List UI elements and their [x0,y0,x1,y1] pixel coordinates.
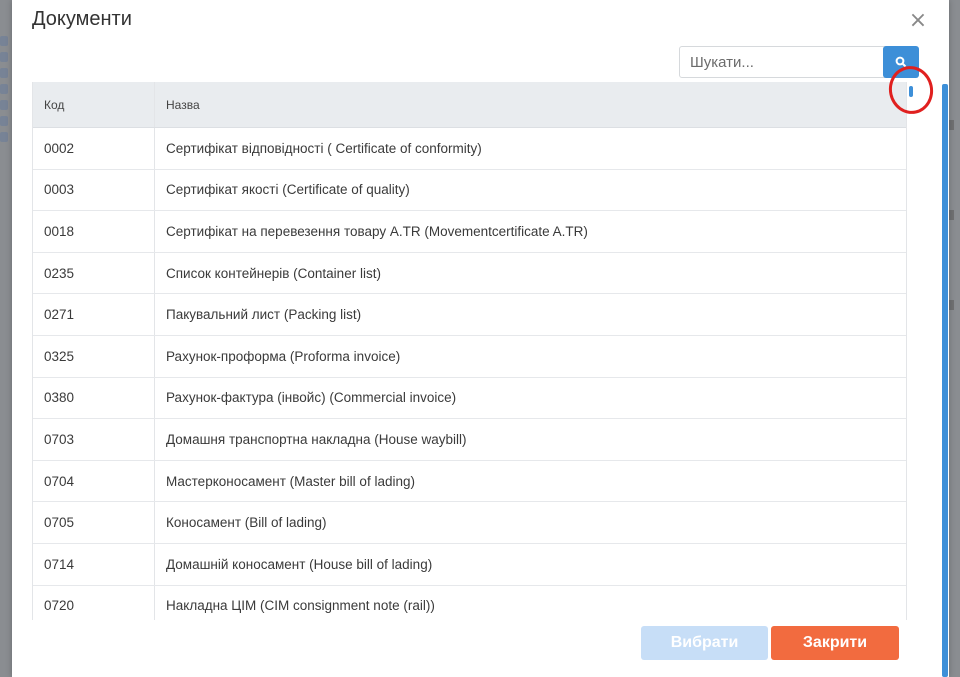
cell-name: Накладна ЦІМ (CIM consignment note (rail… [154,585,906,620]
select-button[interactable]: Вибрати [641,626,768,660]
search-input[interactable] [679,46,887,78]
scrollbar[interactable] [942,84,948,677]
table-row[interactable]: 0705 Коносамент (Bill of lading) [33,501,906,544]
cell-code: 0018 [33,210,155,253]
cell-name: Коносамент (Bill of lading) [154,501,906,544]
cell-code: 0720 [33,585,155,620]
table-row[interactable]: 0003 Сертифікат якості (Certificate of q… [33,169,906,212]
close-icon[interactable]: × [907,10,929,32]
modal-title: Документи [32,8,132,30]
table-row[interactable]: 0002 Сертифікат відповідності ( Certific… [33,127,906,170]
table-row[interactable]: 0235 Список контейнерів (Container list) [33,252,906,295]
modal-header: Документи × [12,0,949,46]
cell-code: 0714 [33,543,155,586]
table-row[interactable]: 0380 Рахунок-фактура (інвойс) (Commercia… [33,377,906,420]
cell-name: Сертифікат якості (Certificate of qualit… [154,169,906,212]
documents-modal: Документи × Код Назва 0002 Сертифікат ві… [12,0,949,677]
cell-code: 0703 [33,418,155,461]
table-row[interactable]: 0325 Рахунок-проформа (Proforma invoice) [33,335,906,378]
cell-code: 0003 [33,169,155,212]
column-header-name[interactable]: Назва [154,82,906,128]
column-header-code[interactable]: Код [33,82,155,128]
cell-name: Список контейнерів (Container list) [154,252,906,295]
cell-code: 0704 [33,460,155,503]
cell-name: Рахунок-фактура (інвойс) (Commercial inv… [154,377,906,420]
cell-name: Домашній коносамент (House bill of ladin… [154,543,906,586]
cell-name: Рахунок-проформа (Proforma invoice) [154,335,906,378]
cell-name: Сертифікат відповідності ( Certificate o… [154,127,906,170]
cell-code: 0271 [33,293,155,336]
cell-code: 0002 [33,127,155,170]
table-row[interactable]: 0703 Домашня транспортна накладна (House… [33,418,906,461]
background-app-edge [0,30,12,190]
cell-name: Мастерконосамент (Master bill of lading) [154,460,906,503]
table-row[interactable]: 0271 Пакувальний лист (Packing list) [33,293,906,336]
table-row[interactable]: 0720 Накладна ЦІМ (CIM consignment note … [33,585,906,620]
cell-name: Домашня транспортна накладна (House wayb… [154,418,906,461]
table-header-row: Код Назва [33,82,906,128]
cell-name: Пакувальний лист (Packing list) [154,293,906,336]
table-row[interactable]: 0018 Сертифікат на перевезення товару A.… [33,210,906,253]
cell-name: Сертифікат на перевезення товару A.TR (M… [154,210,906,253]
documents-table: Код Назва 0002 Сертифікат відповідності … [33,82,906,620]
cell-code: 0380 [33,377,155,420]
background-app-edge-right [948,120,960,390]
table-row[interactable]: 0714 Домашній коносамент (House bill of … [33,543,906,586]
cell-code: 0325 [33,335,155,378]
cell-code: 0705 [33,501,155,544]
cell-code: 0235 [33,252,155,295]
table-row[interactable]: 0704 Мастерконосамент (Master bill of la… [33,460,906,503]
documents-table-container: Код Назва 0002 Сертифікат відповідності … [32,82,907,620]
close-button[interactable]: Закрити [771,626,899,660]
